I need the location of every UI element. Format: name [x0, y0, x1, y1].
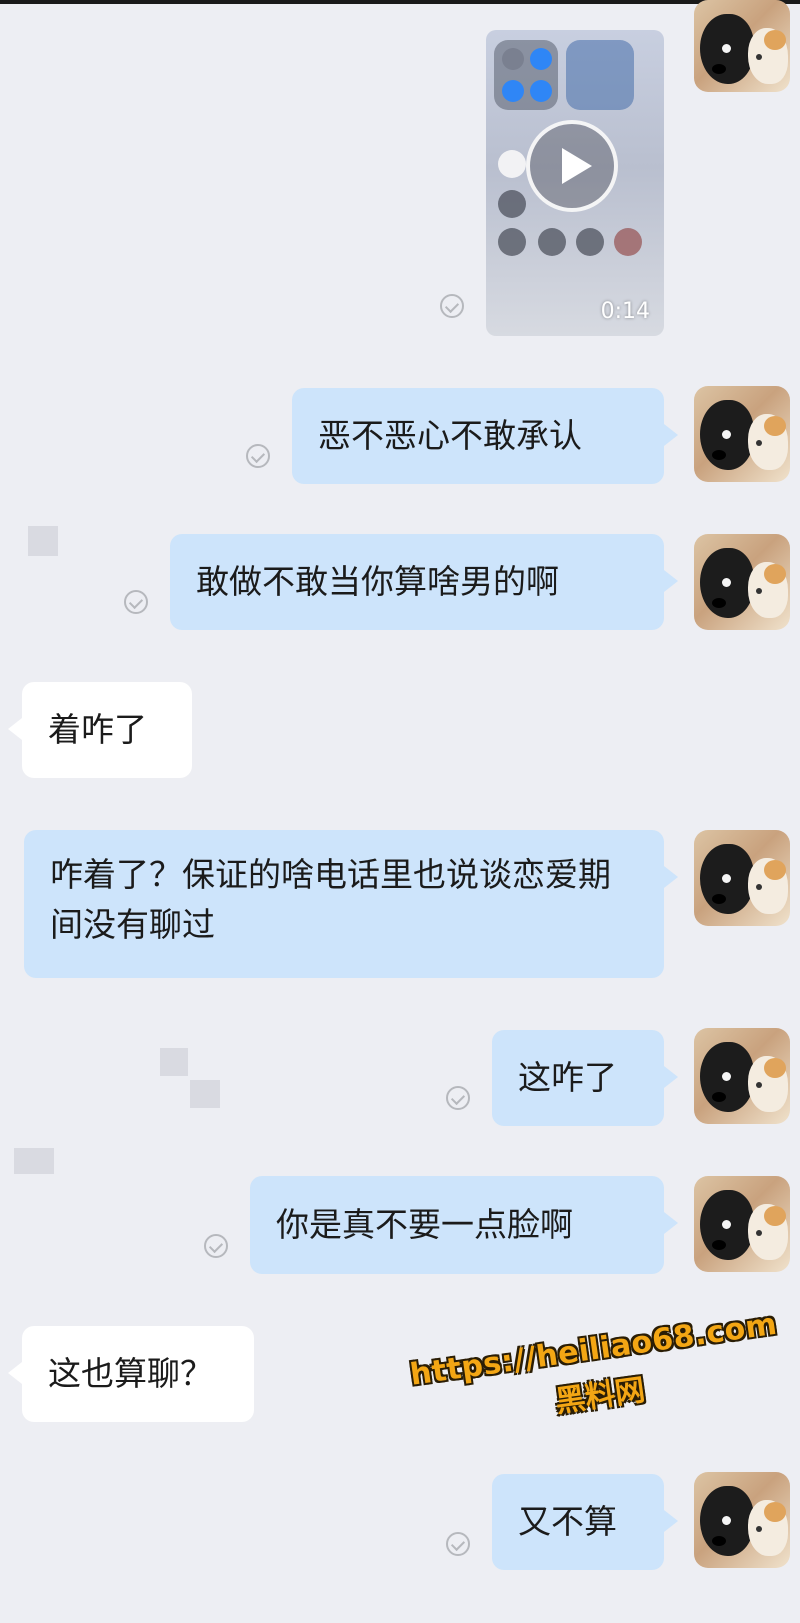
avatar-cat-patch [764, 564, 786, 584]
avatar-cat-patch [764, 1058, 786, 1078]
avatar[interactable] [694, 830, 790, 926]
top-status-strip [0, 0, 800, 4]
avatar-cat-eye [756, 440, 762, 446]
avatar-cat-eye [756, 588, 762, 594]
avatar-dog-nose [712, 1536, 726, 1546]
message-bubble[interactable]: 这咋了 [492, 1030, 678, 1126]
avatar-dog-eye [722, 1072, 731, 1081]
read-receipt-icon [246, 444, 270, 468]
control-button [576, 228, 604, 256]
avatar-dog-nose [712, 1240, 726, 1250]
control-button [498, 150, 526, 178]
avatar-cat-eye [756, 884, 762, 890]
control-button [538, 228, 566, 256]
message-bubble[interactable]: 这也算聊？ [8, 1326, 254, 1422]
avatar-dog-eye [722, 578, 731, 587]
read-receipt-icon [204, 1234, 228, 1258]
avatar-cat-eye [756, 1526, 762, 1532]
read-receipt-icon [440, 294, 464, 318]
avatar-cat-eye [756, 1082, 762, 1088]
avatar-dog-eye [722, 430, 731, 439]
toggle-dot [502, 48, 524, 70]
media-tile [566, 40, 634, 110]
message-bubble[interactable]: 又不算 [492, 1474, 678, 1570]
control-button [498, 228, 526, 256]
avatar-cat-eye [756, 54, 762, 60]
avatar-cat-patch [764, 1502, 786, 1522]
toggle-dot [502, 80, 524, 102]
avatar-cat-patch [764, 416, 786, 436]
avatar-dog-eye [722, 1516, 731, 1525]
avatar[interactable] [694, 534, 790, 630]
avatar-dog-eye [722, 874, 731, 883]
avatar[interactable] [694, 1028, 790, 1124]
avatar-cat-eye [756, 1230, 762, 1236]
read-receipt-icon [446, 1532, 470, 1556]
video-message[interactable]: 0:14 [486, 30, 664, 336]
avatar-dog-nose [712, 450, 726, 460]
mosaic-block [160, 1048, 188, 1076]
read-receipt-icon [446, 1086, 470, 1110]
avatar-cat-patch [764, 1206, 786, 1226]
watermark: https://heiliao68.com 黑料网 [408, 1307, 786, 1441]
message-bubble[interactable]: 恶不恶心不敢承认 [292, 388, 678, 484]
play-icon[interactable] [562, 148, 592, 184]
message-bubble[interactable]: 敢做不敢当你算啥男的啊 [170, 534, 678, 630]
avatar-dog-nose [712, 1092, 726, 1102]
avatar-dog-nose [712, 598, 726, 608]
control-button [614, 228, 642, 256]
mosaic-block [28, 526, 58, 556]
video-duration: 0:14 [600, 299, 650, 324]
avatar[interactable] [694, 1472, 790, 1568]
read-receipt-icon [124, 590, 148, 614]
control-button [498, 190, 526, 218]
avatar[interactable] [694, 0, 790, 92]
avatar-cat-patch [764, 860, 786, 880]
message-bubble[interactable]: 咋着了？保证的啥电话里也说谈恋爱期间没有聊过 [24, 830, 678, 978]
message-bubble[interactable]: 着咋了 [8, 682, 192, 778]
mosaic-block [14, 1148, 54, 1174]
avatar[interactable] [694, 386, 790, 482]
avatar-dog-nose [712, 64, 726, 74]
avatar[interactable] [694, 1176, 790, 1272]
toggle-dot [530, 80, 552, 102]
mosaic-block [190, 1080, 220, 1108]
toggle-dot [530, 48, 552, 70]
avatar-cat-patch [764, 30, 786, 50]
avatar-dog-nose [712, 894, 726, 904]
avatar-dog-eye [722, 1220, 731, 1229]
message-bubble[interactable]: 你是真不要一点脸啊 [250, 1176, 678, 1274]
avatar-dog-eye [722, 44, 731, 53]
